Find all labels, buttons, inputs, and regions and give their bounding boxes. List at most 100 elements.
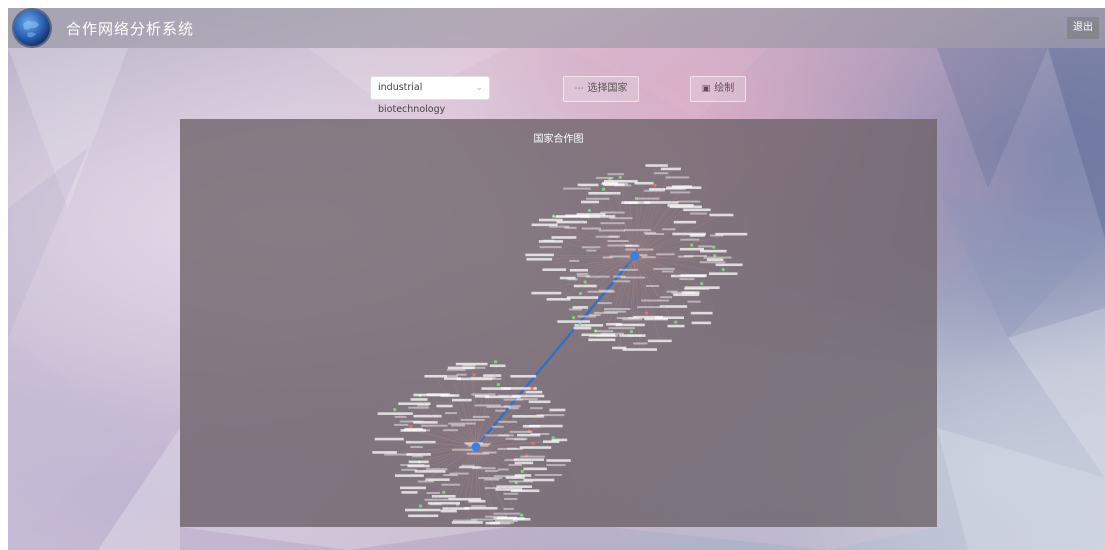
node-label (699, 261, 726, 264)
node-label (595, 235, 619, 238)
node-label (691, 321, 711, 325)
node-label (595, 176, 614, 179)
node-label (401, 468, 417, 471)
node-label (427, 394, 454, 397)
node-label (543, 239, 555, 242)
hub-link-edge (475, 255, 636, 448)
node-label (577, 275, 590, 278)
node-label (491, 425, 504, 428)
node-label (408, 406, 429, 409)
node-label (508, 463, 522, 466)
node-label (525, 253, 554, 257)
node-label (514, 461, 534, 465)
node-label (653, 267, 675, 270)
node-label (580, 200, 600, 204)
node-label (384, 453, 412, 456)
node-label (581, 227, 601, 230)
hub-node (471, 442, 481, 452)
node-label (464, 506, 498, 510)
node-label (609, 255, 630, 258)
node-label (600, 222, 625, 225)
node-label (431, 495, 456, 498)
image-icon: ▣ (701, 84, 711, 94)
node-label (563, 187, 591, 190)
node-label (669, 205, 702, 209)
node-label (689, 212, 708, 215)
node-label (459, 466, 482, 469)
select-country-button[interactable]: ⋯ 选择国家 (563, 76, 639, 102)
country-node (530, 386, 534, 390)
country-node (653, 183, 657, 187)
node-label (690, 311, 713, 315)
network-graph[interactable] (180, 119, 937, 527)
node-label (448, 422, 476, 425)
logout-button[interactable]: 退出 (1067, 17, 1099, 39)
node-label (567, 278, 578, 281)
node-label (472, 415, 490, 418)
country-node (618, 175, 622, 179)
globe-icon (14, 10, 50, 46)
node-label (495, 409, 506, 412)
node-label (400, 464, 425, 467)
node-label (482, 451, 497, 454)
node-label (607, 173, 624, 176)
country-node (393, 408, 397, 412)
node-label (708, 272, 738, 275)
node-label (636, 197, 660, 200)
spoke-edge (571, 221, 636, 257)
node-label (647, 339, 672, 343)
country-node (712, 245, 716, 249)
country-node (571, 315, 576, 320)
node-label (576, 273, 589, 276)
app-background: 合作网络分析系统 退出 industrial biotechnology ⌄ ⋯… (8, 8, 1105, 550)
node-label (683, 208, 711, 212)
node-label (489, 522, 511, 525)
node-label (654, 172, 669, 175)
toolbar: industrial biotechnology ⌄ ⋯ 选择国家 ▣ 绘制 (8, 76, 1105, 115)
country-node (520, 469, 524, 474)
node-label (403, 429, 431, 432)
node-label (594, 311, 618, 314)
node-label (667, 324, 685, 328)
node-label (504, 459, 518, 462)
node-label (531, 291, 562, 295)
spoke-edge (475, 446, 493, 524)
node-label (622, 348, 658, 351)
node-label (374, 437, 404, 441)
node-label (633, 342, 648, 345)
node-label (551, 236, 577, 239)
node-label (503, 405, 521, 408)
country-node (674, 320, 678, 324)
node-label (497, 468, 509, 471)
country-node (520, 513, 524, 517)
draw-button[interactable]: ▣ 绘制 (690, 76, 746, 102)
country-node (551, 436, 555, 440)
node-label (607, 244, 632, 247)
node-label (493, 512, 521, 515)
node-label (609, 217, 633, 220)
node-label (598, 229, 626, 232)
node-label (706, 258, 724, 262)
node-label (600, 211, 625, 214)
node-label (709, 213, 734, 217)
node-label (634, 181, 654, 185)
node-label (588, 338, 616, 342)
node-label (424, 374, 447, 378)
node-label (413, 414, 442, 418)
node-label (520, 455, 546, 458)
node-label (661, 270, 674, 273)
spoke-edge (474, 378, 477, 448)
more-icon: ⋯ (574, 84, 584, 94)
chevron-down-icon: ⌄ (475, 83, 483, 93)
node-label (508, 480, 533, 483)
node-label (607, 240, 629, 243)
node-label (641, 299, 670, 302)
node-label (549, 408, 566, 412)
node-label (573, 326, 592, 330)
node-label (612, 346, 627, 350)
field-select[interactable]: industrial biotechnology ⌄ (370, 76, 490, 115)
country-node (493, 360, 498, 364)
node-label (408, 460, 429, 464)
node-label (677, 200, 701, 203)
node-label (529, 424, 563, 428)
